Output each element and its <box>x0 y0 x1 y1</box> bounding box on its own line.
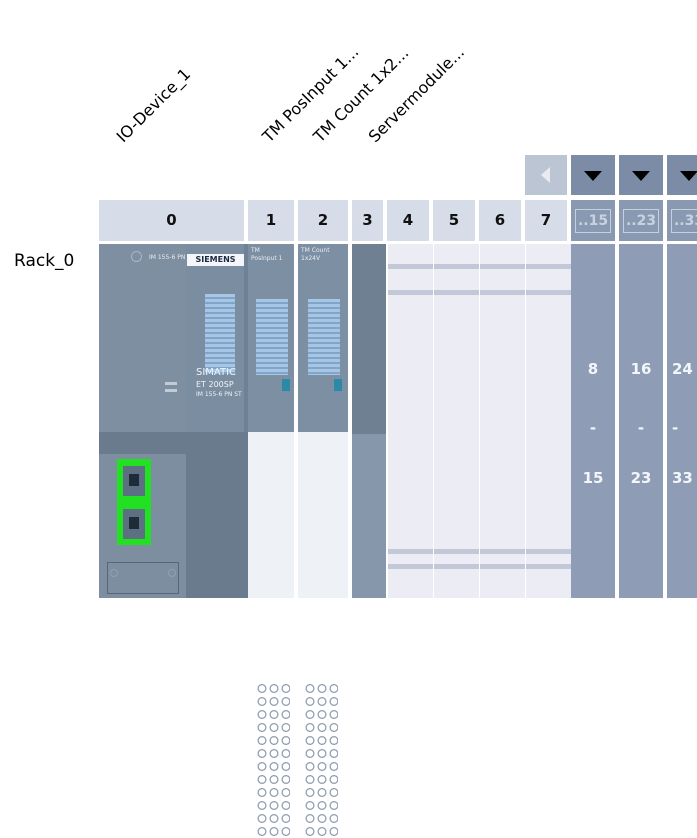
slot-header-6: 6 <box>479 200 521 241</box>
ext-range-end: 23 <box>630 469 652 487</box>
slot-header-ext-33[interactable]: ..33 <box>667 200 697 241</box>
heat-sink-grille <box>256 299 288 375</box>
empty-slot-5[interactable] <box>433 244 479 598</box>
empty-slot-7[interactable] <box>525 244 571 598</box>
server-module[interactable] <box>352 244 386 598</box>
terminal-grid <box>304 682 338 838</box>
terminal-grid <box>256 682 290 838</box>
module-name-io-device[interactable]: IO-Device_1 <box>113 64 195 146</box>
count-label-1: TM Count <box>301 247 330 254</box>
ext-range-end: 33 <box>672 469 693 487</box>
ext-slots-24-33[interactable]: 24 - 33 <box>667 244 697 598</box>
slot-header-5: 5 <box>433 200 475 241</box>
scroll-left-button[interactable] <box>525 155 567 195</box>
slot-header-2: 2 <box>298 200 348 241</box>
ext-slots-8-15[interactable]: 8 - 15 <box>571 244 615 598</box>
arrow-down-icon <box>680 171 697 181</box>
slot-header-3: 3 <box>352 200 383 241</box>
expand-slots-8-15-button[interactable] <box>571 155 615 195</box>
count-label-2: 1x24V <box>301 255 321 262</box>
ext-range-dash: - <box>672 419 679 437</box>
im-label-simatic: SIMATIC <box>196 367 237 378</box>
empty-slot-4[interactable] <box>387 244 433 598</box>
ext-range-start: 24 <box>672 360 693 378</box>
im-label-type: IM 155-6 PN ST <box>196 391 242 398</box>
ext-slots-16-23[interactable]: 16 - 23 <box>619 244 663 598</box>
empty-slot-6[interactable] <box>479 244 525 598</box>
slot-header-ext-15[interactable]: ..15 <box>571 200 615 241</box>
tm-count-module[interactable]: TM Count 1x24V <box>298 244 348 838</box>
siemens-logo: SIEMENS <box>187 254 244 266</box>
interface-module[interactable]: IM 155-6 PN SIEMENS SIMATIC ET 200SP IM … <box>99 244 248 598</box>
heat-sink-grille <box>308 299 340 375</box>
posinput-label-1: TM <box>251 247 260 254</box>
bus-adapter <box>107 562 179 594</box>
slot-header-7: 7 <box>525 200 567 241</box>
ext-range-end: 15 <box>582 469 604 487</box>
ext-range-start: 8 <box>587 360 599 378</box>
rack-label: Rack_0 <box>14 251 75 271</box>
expand-slots-24-33-button[interactable] <box>667 155 697 195</box>
slot-header-1: 1 <box>248 200 294 241</box>
ext-range-dash: - <box>589 419 597 437</box>
slot-header-4: 4 <box>387 200 429 241</box>
expand-slots-16-23-button[interactable] <box>619 155 663 195</box>
ext-range-dash: - <box>637 419 645 437</box>
ethernet-port-1-icon[interactable] <box>123 466 145 496</box>
posinput-label-2: PosInput 1 <box>251 255 283 262</box>
slot-header-0: 0 <box>99 200 244 241</box>
im-top-label: IM 155-6 PN <box>149 254 186 261</box>
ext-range-start: 16 <box>630 360 652 378</box>
heat-sink-grille <box>205 294 235 374</box>
arrow-down-icon <box>584 171 602 181</box>
arrow-left-icon <box>541 167 550 183</box>
arrow-down-icon <box>632 171 650 181</box>
ethernet-port-2-icon[interactable] <box>123 509 145 539</box>
slot-header-ext-23[interactable]: ..23 <box>619 200 663 241</box>
module-name-count[interactable]: TM Count 1x2... <box>310 43 413 146</box>
tm-posinput-module[interactable]: TM PosInput 1 <box>248 244 294 838</box>
im-label-et200: ET 200SP <box>196 380 234 389</box>
